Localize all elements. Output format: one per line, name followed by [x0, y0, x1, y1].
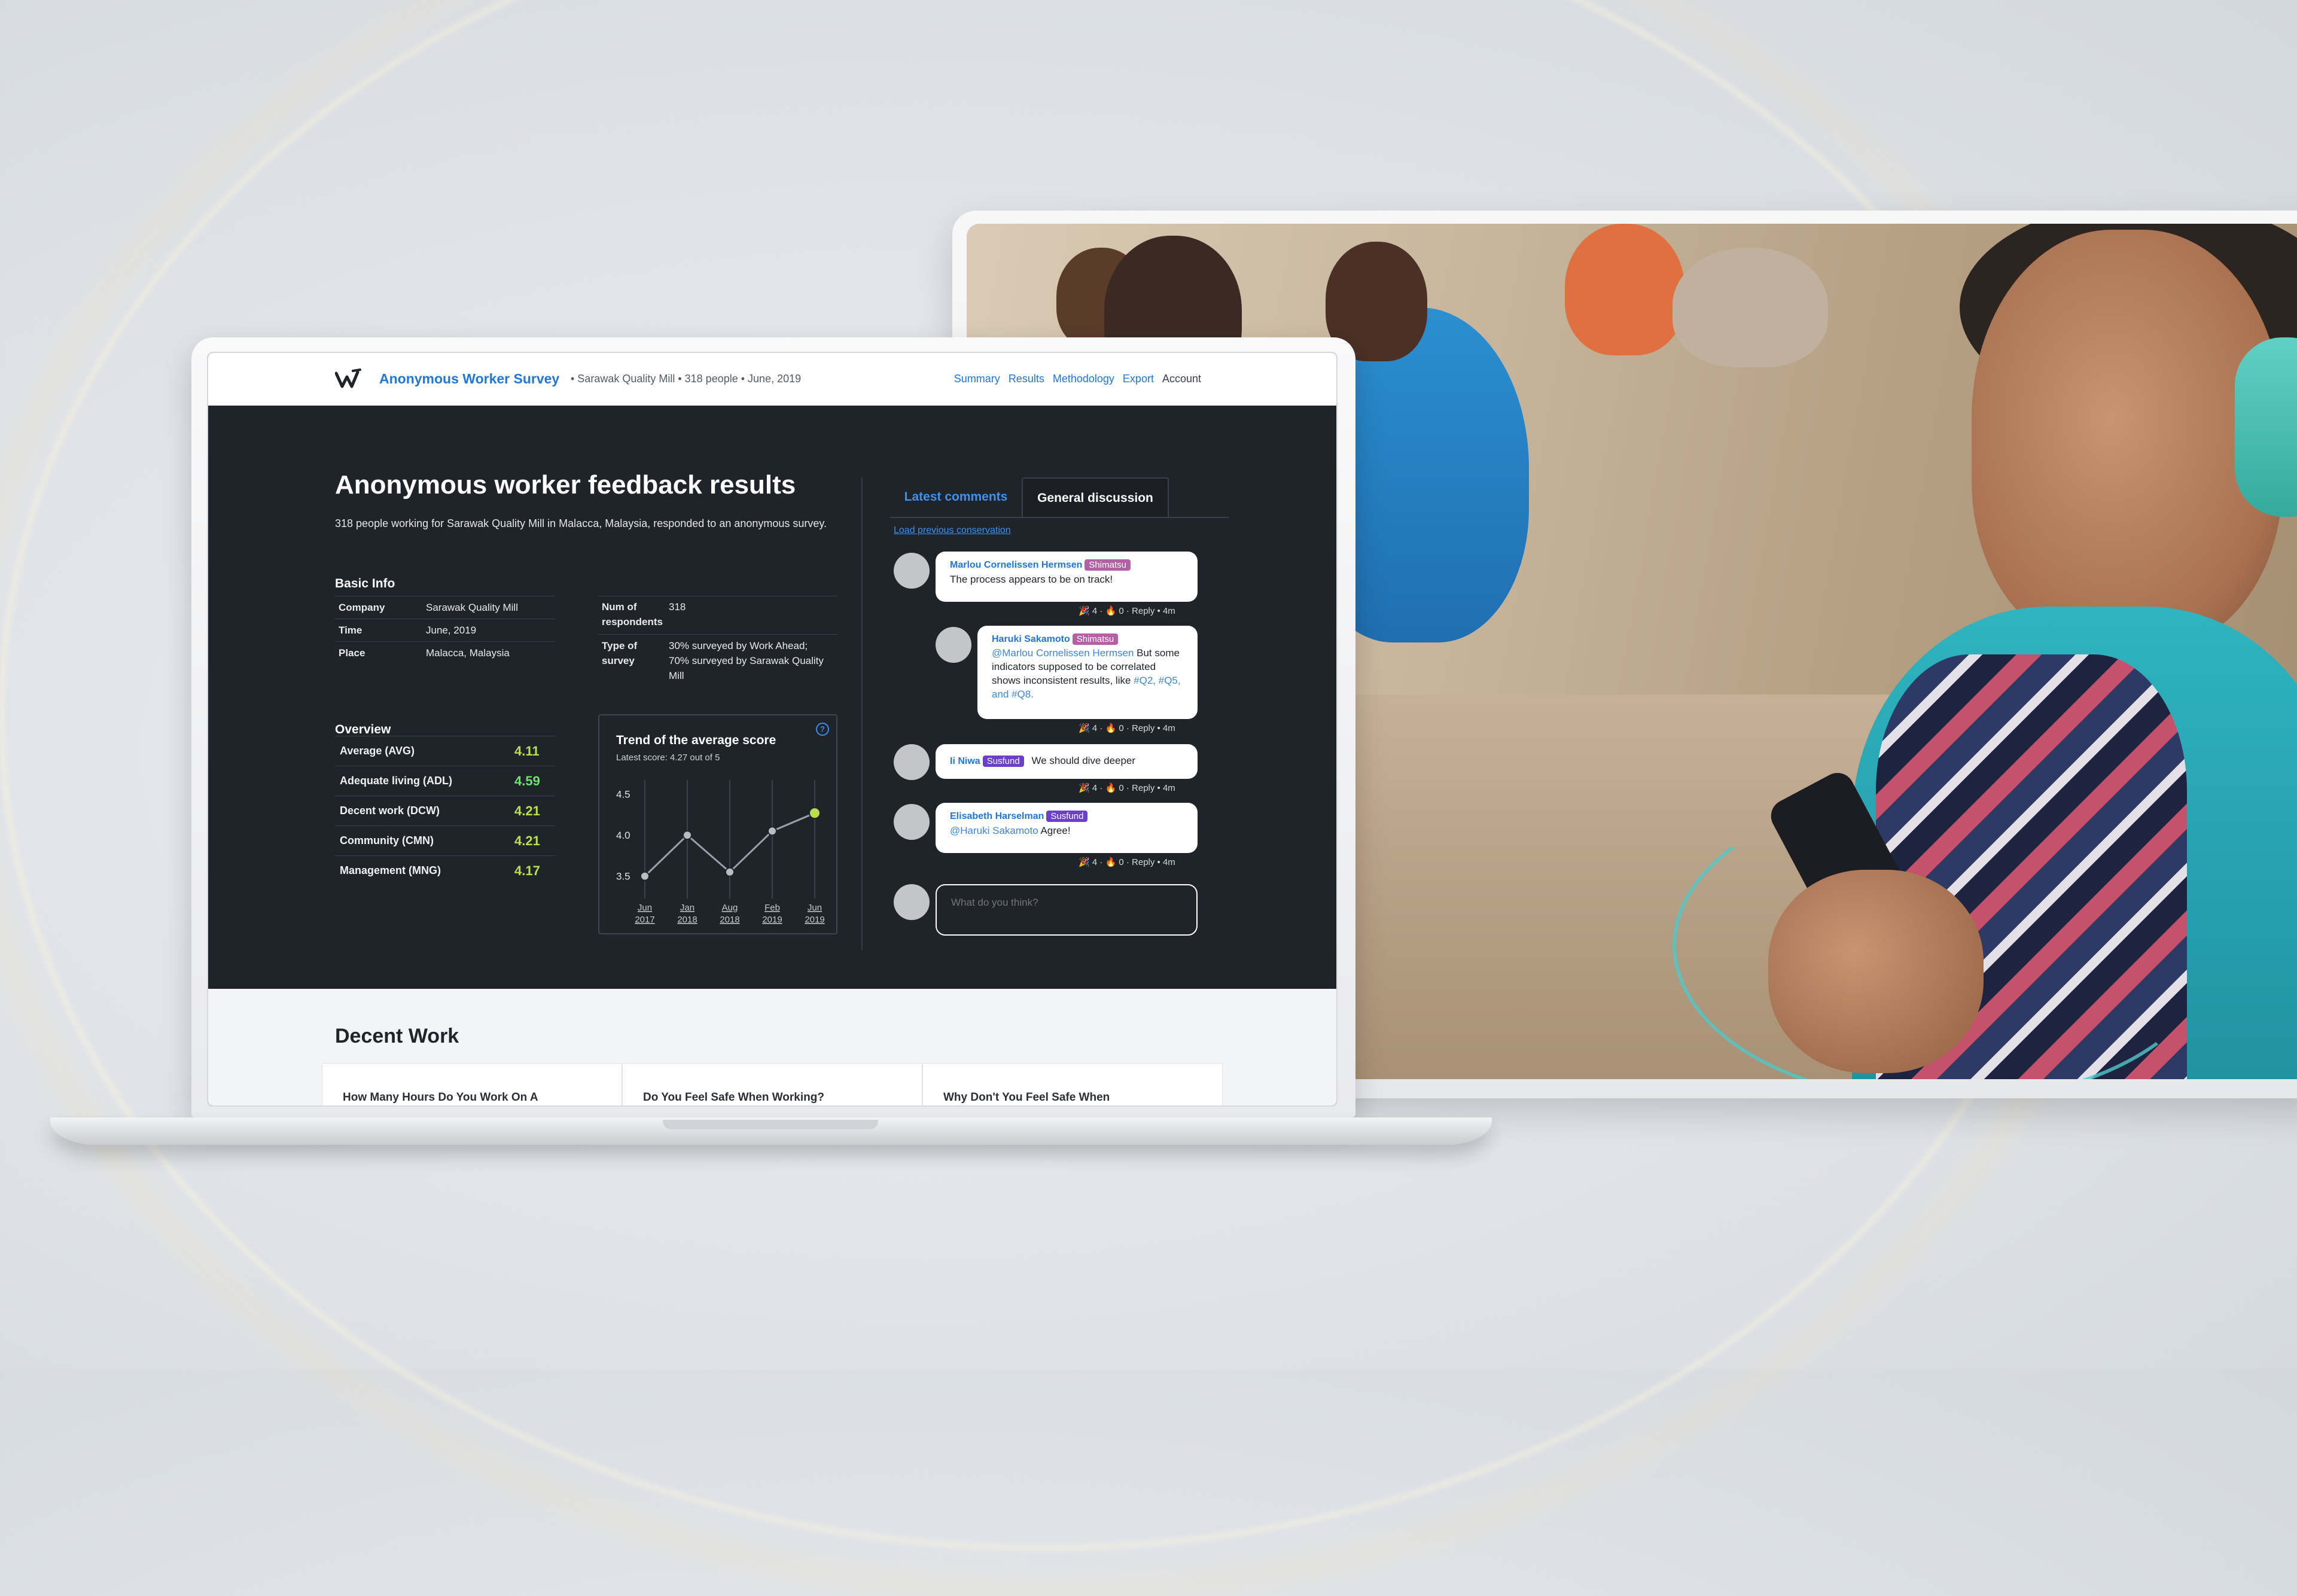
- avatar[interactable]: [894, 553, 930, 589]
- page-title: Anonymous worker feedback results: [335, 470, 796, 499]
- overview-table: Average (AVG) 4.11 Adequate living (ADL) 4…: [335, 736, 555, 885]
- decent-work-title: Decent Work: [335, 1025, 459, 1047]
- question-card[interactable]: Do You Feel Safe When Working?: [622, 1063, 922, 1105]
- load-previous-link[interactable]: Load previous conservation: [894, 525, 1011, 536]
- mention-link[interactable]: @Haruki Sakamoto: [950, 825, 1038, 836]
- data-point: [767, 826, 777, 836]
- basic-info-left-table: Company Sarawak Quality Mill Time June, 20…: [335, 596, 555, 664]
- x-tick-label: 2018: [677, 915, 697, 925]
- comment-text: We should dive deeper: [1031, 755, 1136, 766]
- nav-account[interactable]: Account: [1162, 373, 1201, 385]
- basic-info-row: Time June, 2019: [335, 619, 555, 641]
- tab-latest-comments[interactable]: Latest comments: [890, 477, 1022, 517]
- work-ahead-logo-icon[interactable]: [335, 368, 361, 390]
- comment-bubble: Ii Niwa Susfund We should dive deeper: [936, 744, 1198, 779]
- comment-input-box[interactable]: [936, 884, 1198, 936]
- overview-row: Average (AVG) 4.11: [335, 736, 555, 766]
- org-badge: Shimatsu: [1084, 559, 1131, 571]
- latest-data-point: [809, 807, 821, 820]
- x-tick-label: 2019: [805, 915, 824, 925]
- commenter-name[interactable]: Elisabeth Harselman: [950, 811, 1044, 821]
- decent-work-section: Decent Work How Many Hours Do You Work O…: [208, 989, 1336, 1105]
- avatar[interactable]: [894, 744, 930, 780]
- x-tick-label: Feb: [764, 903, 780, 913]
- x-tick-label: Jun: [808, 903, 822, 913]
- question-card[interactable]: Why Don't You Feel Safe When: [922, 1063, 1223, 1105]
- avatar[interactable]: [894, 804, 930, 840]
- nav-export[interactable]: Export: [1123, 373, 1154, 385]
- survey-subtitle: • Sarawak Quality Mill • 318 people • Ju…: [571, 373, 802, 385]
- results-dashboard: Anonymous worker feedback results 318 pe…: [208, 406, 1336, 989]
- nav-methodology[interactable]: Methodology: [1053, 373, 1114, 385]
- main-nav: Summary Results Methodology Export Accou…: [954, 373, 1201, 385]
- commenter-name[interactable]: Ii Niwa: [950, 756, 980, 766]
- commenter-name[interactable]: Haruki Sakamoto: [992, 634, 1070, 644]
- comment-text: Agree!: [1040, 825, 1071, 836]
- overview-row: Adequate living (ADL) 4.59: [335, 766, 555, 796]
- avatar: [894, 884, 930, 920]
- basic-info-right-table: Num of respondents 318 Type of survey 30% …: [598, 596, 837, 688]
- comment-meta[interactable]: 🎉 4 · 🔥 0 · Reply • 4m: [1079, 723, 1175, 733]
- basic-info-row: Type of survey 30% surveyed by Work Ahead…: [598, 634, 837, 688]
- avatar[interactable]: [936, 627, 971, 663]
- trend-line-chart: 4.5 4.0 3.5 Jun 2017 Jan 2018 Aug 2018 Feb 2019 Jun…: [616, 780, 825, 925]
- page-intro: 318 people working for Sarawak Quality M…: [335, 517, 827, 529]
- nav-results[interactable]: Results: [1009, 373, 1044, 385]
- comment-bubble: Elisabeth Harselman Susfund @Haruki Sakam…: [936, 803, 1198, 853]
- tab-general-discussion[interactable]: General discussion: [1022, 477, 1169, 517]
- mention-link[interactable]: @Marlou Cornelissen Hermsen: [992, 647, 1134, 659]
- overview-heading: Overview: [335, 723, 391, 736]
- basic-info-row: Company Sarawak Quality Mill: [335, 596, 555, 619]
- basic-info-heading: Basic Info: [335, 577, 395, 590]
- x-tick-label: Aug: [722, 903, 738, 913]
- column-divider: [861, 477, 863, 950]
- org-badge: Susfund: [982, 756, 1024, 767]
- headphones-icon: [2235, 337, 2297, 517]
- basic-info-row: Num of respondents 318: [598, 596, 837, 634]
- x-tick-label: Jan: [680, 903, 694, 913]
- x-tick-label: 2018: [720, 915, 739, 925]
- comment-input[interactable]: [950, 896, 1186, 909]
- commenter-name[interactable]: Marlou Cornelissen Hermsen: [950, 560, 1082, 570]
- laptop-screen: Anonymous Worker Survey • Sarawak Qualit…: [207, 352, 1338, 1107]
- overview-row: Decent work (DCW) 4.21: [335, 796, 555, 826]
- org-badge: Shimatsu: [1072, 633, 1119, 645]
- comment-meta[interactable]: 🎉 4 · 🔥 0 · Reply • 4m: [1079, 605, 1175, 616]
- comment-meta[interactable]: 🎉 4 · 🔥 0 · Reply • 4m: [1079, 782, 1175, 793]
- data-point: [640, 871, 650, 881]
- data-point: [683, 830, 692, 840]
- discussion-tabs: Latest comments General discussion: [890, 477, 1229, 518]
- nav-summary[interactable]: Summary: [954, 373, 1000, 385]
- org-badge: Susfund: [1046, 811, 1088, 822]
- laptop-notch: [663, 1120, 878, 1129]
- basic-info-row: Place Malacca, Malaysia: [335, 641, 555, 664]
- x-tick-label: 2017: [635, 915, 654, 925]
- comment-text: The process appears to be on track!: [950, 574, 1113, 585]
- question-cards: How Many Hours Do You Work On A Do You F…: [322, 1063, 1223, 1105]
- y-tick-label: 4.0: [616, 830, 630, 841]
- brand-link[interactable]: Anonymous Worker Survey: [379, 371, 559, 387]
- app-navbar: Anonymous Worker Survey • Sarawak Qualit…: [208, 353, 1336, 406]
- question-card[interactable]: How Many Hours Do You Work On A: [322, 1063, 622, 1105]
- y-tick-label: 3.5: [616, 871, 630, 882]
- overview-row: Community (CMN) 4.21: [335, 826, 555, 855]
- overview-row: Management (MNG) 4.17: [335, 855, 555, 885]
- x-tick-label: Jun: [638, 903, 652, 913]
- comment-bubble: Haruki Sakamoto Shimatsu @Marlou Cornelis…: [977, 626, 1198, 719]
- x-tick-label: 2019: [762, 915, 782, 925]
- trend-chart-card: Trend of the average score Latest score:…: [598, 714, 837, 934]
- comment-meta[interactable]: 🎉 4 · 🔥 0 · Reply • 4m: [1079, 857, 1175, 867]
- comment-bubble: Marlou Cornelissen Hermsen Shimatsu The p…: [936, 552, 1198, 602]
- y-tick-label: 4.5: [616, 789, 630, 800]
- data-point: [725, 867, 735, 877]
